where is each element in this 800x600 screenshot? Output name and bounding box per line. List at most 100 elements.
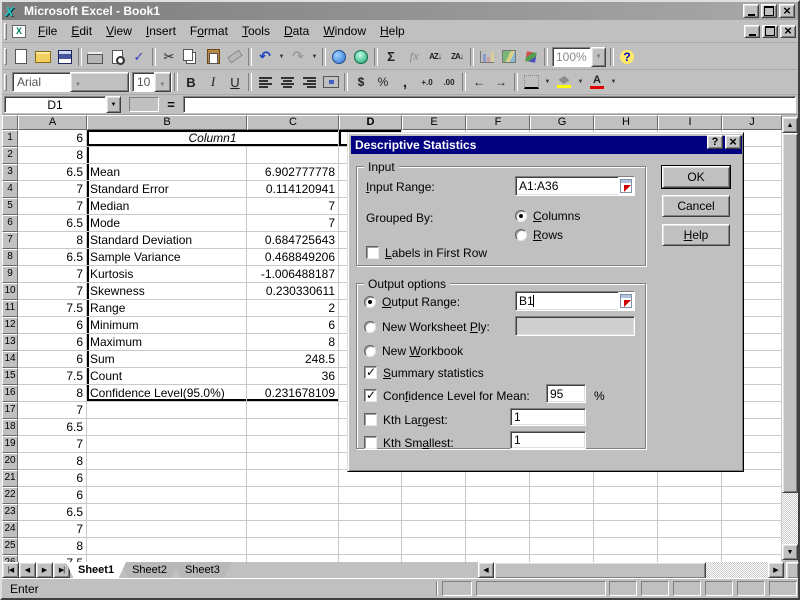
cell-col-i[interactable] bbox=[658, 555, 722, 562]
cell-col-a[interactable]: 8 bbox=[18, 147, 87, 164]
cell-col-c[interactable] bbox=[247, 538, 339, 555]
cell-col-a[interactable]: 7 bbox=[18, 436, 87, 453]
confidence-level-field[interactable] bbox=[547, 385, 585, 402]
vertical-scroll-thumb[interactable] bbox=[782, 133, 798, 493]
scroll-down-icon[interactable] bbox=[782, 544, 798, 560]
cell-col-i[interactable] bbox=[658, 521, 722, 538]
font-color-icon[interactable] bbox=[586, 71, 608, 93]
cell-col-b[interactable] bbox=[87, 555, 247, 562]
row-header[interactable]: 21 bbox=[2, 470, 18, 487]
row-header[interactable]: 7 bbox=[2, 232, 18, 249]
cell-col-b[interactable]: Minimum bbox=[87, 317, 247, 334]
row-header[interactable]: 23 bbox=[2, 504, 18, 521]
cell-col-c[interactable]: 0.114120941 bbox=[247, 181, 339, 198]
sort-za-icon[interactable] bbox=[446, 46, 468, 68]
cell-col-e[interactable] bbox=[402, 504, 466, 521]
merge-center-icon[interactable] bbox=[320, 71, 342, 93]
row-header[interactable]: 8 bbox=[2, 249, 18, 266]
cell-col-h[interactable] bbox=[594, 504, 658, 521]
row-header[interactable]: 1 bbox=[2, 130, 18, 147]
cell-col-f[interactable] bbox=[466, 538, 530, 555]
dropdown[interactable] bbox=[276, 46, 287, 68]
cell-col-j[interactable] bbox=[722, 487, 782, 504]
font-name-select[interactable]: Arial bbox=[12, 72, 130, 92]
redo-icon[interactable] bbox=[287, 46, 309, 68]
cell-col-f[interactable] bbox=[466, 487, 530, 504]
save-icon[interactable] bbox=[54, 46, 76, 68]
cell-col-d[interactable] bbox=[339, 555, 402, 562]
underline-icon[interactable] bbox=[224, 71, 246, 93]
row-header[interactable]: 22 bbox=[2, 487, 18, 504]
web-icon[interactable] bbox=[350, 46, 372, 68]
cell-col-c[interactable]: 7 bbox=[247, 215, 339, 232]
cell-col-b[interactable]: Standard Deviation bbox=[87, 232, 247, 249]
dropdown[interactable] bbox=[542, 71, 553, 93]
cell-col-a[interactable]: 7 bbox=[18, 521, 87, 538]
cell-col-g[interactable] bbox=[530, 521, 594, 538]
range-select-icon[interactable] bbox=[618, 177, 634, 195]
cell-col-d[interactable] bbox=[339, 470, 402, 487]
cell-col-g[interactable] bbox=[530, 487, 594, 504]
cancel-button[interactable]: Cancel bbox=[662, 195, 730, 217]
name-box[interactable]: D1 bbox=[4, 96, 106, 113]
toolbar-grip[interactable] bbox=[4, 74, 7, 91]
cell-col-d[interactable] bbox=[339, 538, 402, 555]
cell-col-c[interactable] bbox=[247, 487, 339, 504]
scroll-left-icon[interactable] bbox=[478, 562, 494, 578]
row-header[interactable]: 4 bbox=[2, 181, 18, 198]
sep[interactable] bbox=[460, 71, 468, 93]
scroll-up-icon[interactable] bbox=[782, 117, 798, 133]
minimize-button[interactable] bbox=[743, 4, 759, 18]
cell-col-d[interactable] bbox=[339, 521, 402, 538]
row-header[interactable]: 15 bbox=[2, 368, 18, 385]
sep[interactable] bbox=[150, 46, 158, 68]
column-header[interactable]: A bbox=[18, 115, 87, 130]
row-header[interactable]: 13 bbox=[2, 334, 18, 351]
cell-col-j[interactable] bbox=[722, 538, 782, 555]
horizontal-scroll-thumb[interactable] bbox=[494, 562, 706, 579]
row-header[interactable]: 5 bbox=[2, 198, 18, 215]
increase-indent-icon[interactable] bbox=[490, 71, 512, 93]
cell-col-i[interactable] bbox=[658, 470, 722, 487]
bold-icon[interactable] bbox=[180, 71, 202, 93]
equals-button[interactable]: = bbox=[163, 97, 179, 113]
summary-statistics-checkbox[interactable] bbox=[364, 366, 377, 379]
cell-col-c[interactable] bbox=[247, 470, 339, 487]
menu-item[interactable]: Edit bbox=[64, 21, 99, 41]
cell-col-j[interactable] bbox=[722, 470, 782, 487]
decrease-indent-icon[interactable] bbox=[468, 71, 490, 93]
align-right-icon[interactable] bbox=[298, 71, 320, 93]
column-header[interactable]: J bbox=[722, 115, 782, 130]
cell-col-f[interactable] bbox=[466, 555, 530, 562]
cell-col-a[interactable]: 6 bbox=[18, 334, 87, 351]
cell-col-c[interactable]: 36 bbox=[247, 368, 339, 385]
cell-col-a[interactable]: 7 bbox=[18, 198, 87, 215]
cell-col-g[interactable] bbox=[530, 555, 594, 562]
sep[interactable] bbox=[372, 46, 380, 68]
cell-col-b[interactable]: Skewness bbox=[87, 283, 247, 300]
fill-color-icon[interactable] bbox=[553, 71, 575, 93]
cell-col-e[interactable] bbox=[402, 521, 466, 538]
row-header[interactable]: 17 bbox=[2, 402, 18, 419]
cell-col-b[interactable] bbox=[87, 487, 247, 504]
cell-col-e[interactable] bbox=[402, 555, 466, 562]
column-header[interactable]: G bbox=[530, 115, 594, 130]
row-header[interactable]: 11 bbox=[2, 300, 18, 317]
column-header[interactable]: D bbox=[339, 115, 402, 130]
font-size-select[interactable]: 10 bbox=[132, 72, 172, 92]
chart-icon[interactable] bbox=[476, 46, 498, 68]
spelling-icon[interactable] bbox=[128, 46, 150, 68]
cell-col-f[interactable] bbox=[466, 470, 530, 487]
row-header[interactable]: 19 bbox=[2, 436, 18, 453]
cell-col-a[interactable]: 7.5 bbox=[18, 555, 87, 562]
cell-col-b[interactable]: Sum bbox=[87, 351, 247, 368]
cell-col-b[interactable]: Column1 bbox=[87, 130, 339, 147]
cell-col-a[interactable]: 8 bbox=[18, 453, 87, 470]
row-header[interactable]: 18 bbox=[2, 419, 18, 436]
office-assistant-help-icon[interactable] bbox=[616, 46, 638, 68]
first-sheet-icon[interactable] bbox=[2, 562, 19, 578]
vertical-scroll-track[interactable] bbox=[782, 493, 798, 544]
undo-icon[interactable] bbox=[254, 46, 276, 68]
sep[interactable] bbox=[246, 46, 254, 68]
column-header[interactable]: F bbox=[466, 115, 530, 130]
